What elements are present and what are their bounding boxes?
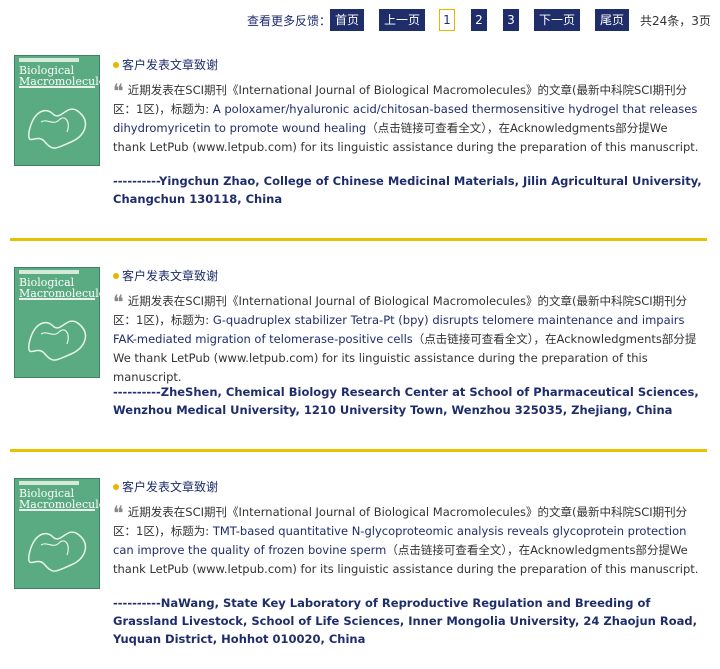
last-page-button[interactable]: 尾页 — [595, 9, 629, 31]
more-feedback-label: 查看更多反馈： — [247, 14, 332, 28]
entry-heading: 客户发表文章致谢 — [113, 478, 218, 495]
bullet-icon — [113, 61, 119, 68]
entry-divider — [10, 238, 707, 241]
author-line: ----------ZheShen, Chemical Biology Rese… — [113, 385, 699, 417]
protein-structure-icon — [28, 108, 87, 149]
total-count: 共24条，3页 — [640, 14, 711, 28]
pagination: 查看更多反馈： 首页 上一页 1 2 3 下一页 尾页 共24条，3页 — [0, 9, 720, 31]
journal-cover-image[interactable]: Biological Macromolecules — [14, 267, 111, 378]
cover-title: Biological Macromolecules — [19, 276, 111, 300]
prev-page-button[interactable]: 上一页 — [379, 9, 425, 31]
cover-divider — [19, 509, 95, 511]
next-page-button[interactable]: 下一页 — [534, 9, 580, 31]
page-1-button[interactable]: 1 — [439, 9, 455, 31]
journal-cover-image[interactable]: Biological Macromolecules — [14, 478, 111, 589]
entry-body: ❝ 近期发表在SCI期刊《International Journal of Bio… — [113, 79, 699, 154]
cover-header-strip — [19, 481, 79, 485]
entry-body: ❝ 近期发表在SCI期刊《International Journal of Bio… — [113, 290, 697, 384]
quote-icon: ❝ — [113, 290, 124, 314]
cover-divider — [19, 86, 95, 88]
quote-icon: ❝ — [113, 79, 124, 103]
bullet-icon — [113, 272, 119, 279]
cover-divider — [19, 298, 95, 300]
protein-structure-icon — [28, 320, 87, 361]
entry-heading: 客户发表文章致谢 — [113, 267, 218, 284]
entry-heading: 客户发表文章致谢 — [113, 56, 218, 73]
first-page-button[interactable]: 首页 — [330, 9, 364, 31]
protein-structure-icon — [28, 531, 87, 572]
journal-cover-image[interactable]: Biological Macromolecules — [14, 55, 111, 166]
entry-divider — [10, 449, 707, 452]
quote-icon: ❝ — [113, 501, 124, 525]
cover-header-strip — [19, 58, 79, 62]
entry-body: ❝ 近期发表在SCI期刊《International Journal of Bio… — [113, 501, 699, 576]
bullet-icon — [113, 483, 119, 490]
cover-title: Biological Macromolecules — [19, 64, 111, 88]
page-2-button[interactable]: 2 — [471, 9, 487, 31]
cover-title: Biological Macromolecules — [19, 487, 111, 511]
author-line: ----------Yingchun Zhao, College of Chin… — [113, 174, 702, 206]
page-3-button[interactable]: 3 — [503, 9, 519, 31]
cover-header-strip — [19, 270, 79, 274]
author-line: ----------NaWang, State Key Laboratory o… — [113, 596, 697, 646]
